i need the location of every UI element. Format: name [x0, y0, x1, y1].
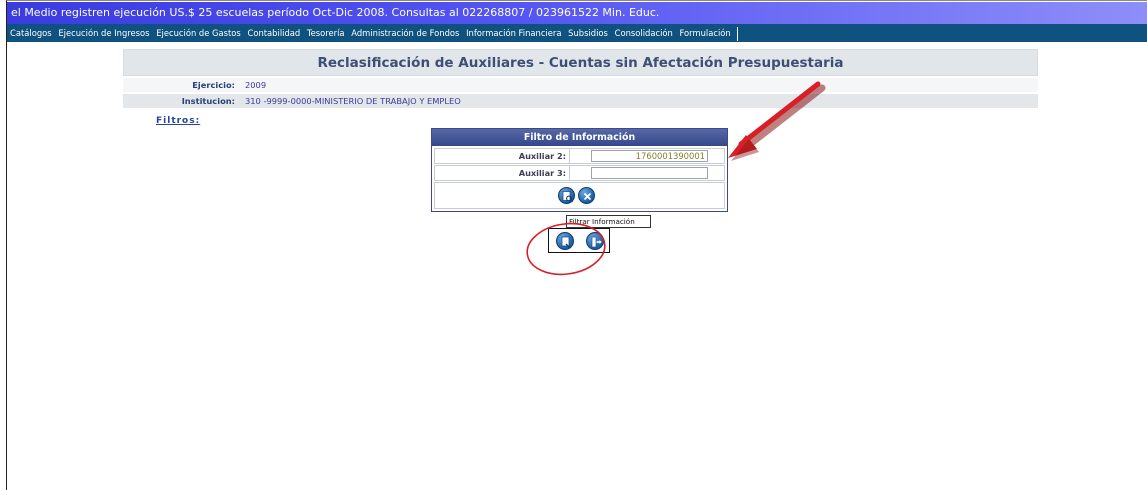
annotation-overlay — [526, 81, 826, 276]
annotation-circle — [526, 222, 606, 276]
annotation-arrow — [728, 81, 826, 161]
